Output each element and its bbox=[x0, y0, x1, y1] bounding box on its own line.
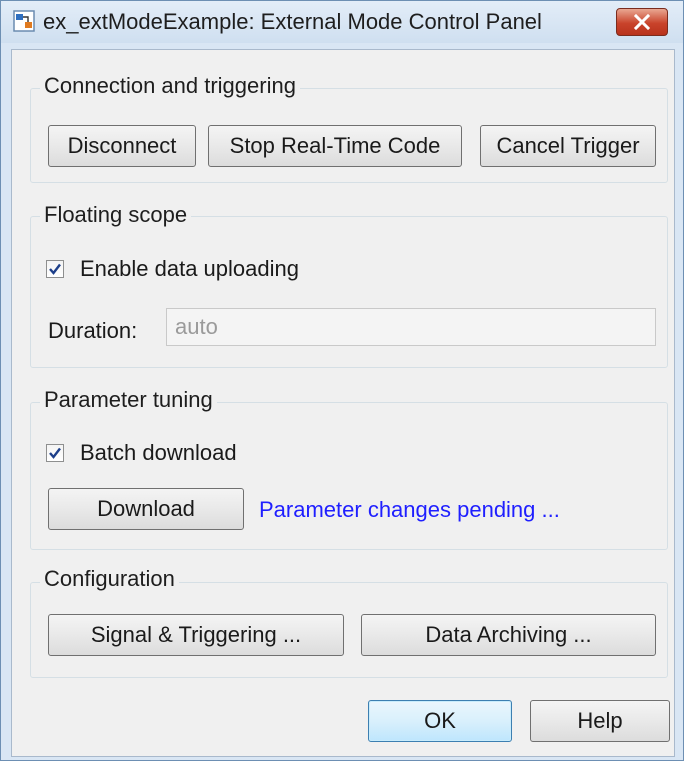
dialog-content: Connection and triggering Disconnect Sto… bbox=[11, 49, 675, 757]
window-title: ex_extModeExample: External Mode Control… bbox=[43, 9, 542, 34]
stop-real-time-code-button[interactable]: Stop Real-Time Code bbox=[208, 125, 462, 167]
signal-triggering-button[interactable]: Signal & Triggering ... bbox=[48, 614, 344, 656]
connection-group-title: Connection and triggering bbox=[40, 73, 300, 99]
simulink-model-icon bbox=[13, 10, 35, 32]
batch-download-checkbox[interactable] bbox=[46, 444, 64, 462]
enable-upload-checkbox[interactable] bbox=[46, 260, 64, 278]
download-button[interactable]: Download bbox=[48, 488, 244, 530]
duration-label: Duration: bbox=[48, 318, 138, 343]
duration-field[interactable]: auto bbox=[166, 308, 656, 346]
floating-scope-title: Floating scope bbox=[40, 202, 192, 228]
title-bar[interactable]: ex_extModeExample: External Mode Control… bbox=[1, 1, 683, 43]
enable-upload-label[interactable]: Enable data uploading bbox=[80, 256, 299, 282]
batch-download-label[interactable]: Batch download bbox=[80, 440, 237, 466]
ok-button[interactable]: OK bbox=[368, 700, 512, 742]
dialog-window: ex_extModeExample: External Mode Control… bbox=[0, 0, 684, 761]
checkmark-icon bbox=[49, 263, 61, 275]
data-archiving-button[interactable]: Data Archiving ... bbox=[361, 614, 656, 656]
cancel-trigger-button[interactable]: Cancel Trigger bbox=[480, 125, 656, 167]
parameter-tuning-title: Parameter tuning bbox=[40, 387, 217, 413]
close-button[interactable] bbox=[616, 8, 668, 36]
help-button[interactable]: Help bbox=[530, 700, 670, 742]
configuration-title: Configuration bbox=[40, 566, 179, 592]
checkmark-icon bbox=[49, 447, 61, 459]
close-icon bbox=[633, 14, 651, 30]
pending-status-text: Parameter changes pending ... bbox=[259, 497, 560, 522]
disconnect-button[interactable]: Disconnect bbox=[48, 125, 196, 167]
